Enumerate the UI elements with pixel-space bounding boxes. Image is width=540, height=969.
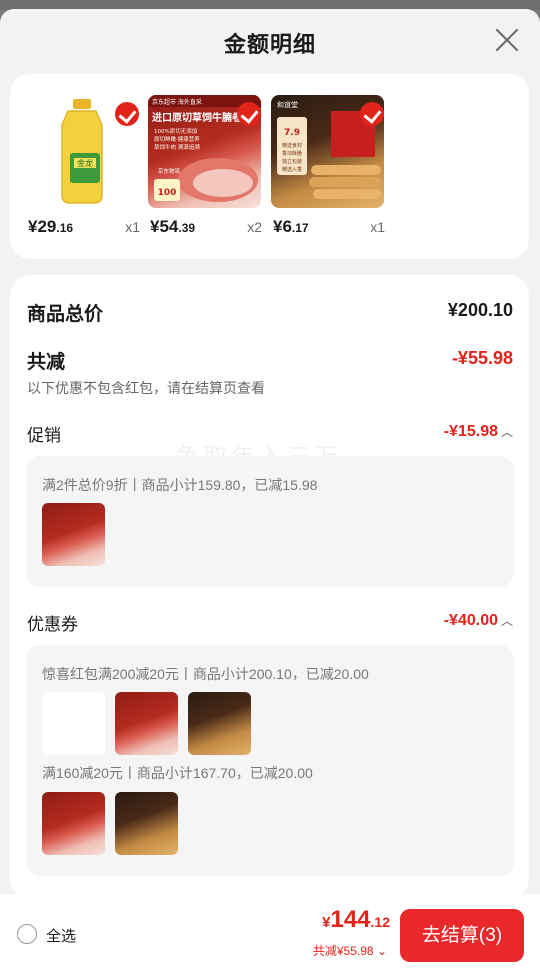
coupon-value[interactable]: -¥40.00 ︿ [444, 612, 513, 630]
total-saved[interactable]: 共减¥55.98 ⌄ [313, 942, 387, 959]
coupon-box: 惊喜红包满200减20元丨商品小计200.10，已减20.00 满160减20元… [26, 645, 514, 876]
reduce-value: -¥55.98 [451, 348, 513, 368]
total-main: 144 [330, 906, 371, 933]
product-item[interactable]: 京东超市 海外直采 进口原切草饲牛腩卷 100%原切无添加 原切鲜嫩·健康营养 … [148, 95, 262, 250]
amount-detail-sheet: 金额明细 金龙 ¥29.16 x1 京东超市 海外直采 进口原切草饲牛腩卷 10… [0, 9, 540, 969]
goods-total-value: ¥200.10 [447, 300, 513, 320]
close-icon[interactable] [494, 27, 520, 53]
svg-text:精选入香: 精选入香 [282, 166, 302, 173]
product-price: ¥29.16 [28, 217, 73, 237]
product-price: ¥54.39 [150, 217, 195, 237]
thumb-oil [42, 692, 105, 755]
thumb-rolls [188, 692, 251, 755]
coupon-label: 优惠券 [27, 615, 78, 634]
select-all-radio[interactable] [17, 924, 37, 944]
svg-text:独立包装: 独立包装 [282, 158, 302, 165]
discount-note: 以下优惠不包含红包，请在结算页查看 [27, 380, 265, 396]
svg-text:100%原切无添加: 100%原切无添加 [154, 127, 197, 135]
sheet-header: 金额明细 [0, 9, 540, 73]
thumb-beef [42, 503, 105, 566]
selected-check-icon[interactable] [237, 102, 261, 126]
thumb-beef [115, 692, 178, 755]
product-qty: x1 [125, 219, 140, 235]
svg-text:京东超市 海外直采: 京东超市 海外直采 [152, 98, 202, 106]
chevron-down-icon: ⌄ [376, 944, 387, 958]
product-item[interactable]: 和道堂 7.9 精选食材 香浓酥脆 独立包装 精选入香 ¥6.17 x1 [271, 95, 385, 250]
svg-text:100: 100 [158, 188, 177, 198]
chevron-up-icon: ︿ [500, 614, 513, 628]
promotion-rule: 满2件总价9折丨商品小计159.80，已减15.98 [42, 477, 318, 493]
svg-text:香浓酥脆: 香浓酥脆 [282, 150, 302, 157]
product-qty: x2 [247, 219, 262, 235]
total-price: ¥144.12 [322, 906, 390, 934]
select-all-label[interactable]: 全选 [46, 925, 76, 946]
chevron-up-icon: ︿ [500, 425, 513, 439]
reduce-label: 共减 [27, 352, 66, 373]
page-title: 金额明细 [223, 32, 316, 57]
product-item[interactable]: 金龙 ¥29.16 x1 [26, 95, 140, 250]
checkout-button[interactable]: 去结算(3) [400, 909, 524, 962]
price-decimal: .39 [178, 221, 196, 235]
coupon-amount: -¥40.00 [443, 612, 498, 629]
promotion-value[interactable]: -¥15.98 ︿ [444, 423, 513, 441]
promotion-label: 促销 [27, 426, 61, 445]
checkout-bar: 全选 ¥144.12 共减¥55.98 ⌄ 去结算(3) [0, 894, 540, 969]
svg-text:原切鲜嫩·健康营养: 原切鲜嫩·健康营养 [154, 135, 200, 143]
thumb-beef [42, 792, 105, 855]
price-main: ¥54 [150, 217, 179, 236]
saved-amount: 共减¥55.98 [312, 944, 374, 958]
coupon-rule-1: 惊喜红包满200减20元丨商品小计200.10，已减20.00 [42, 666, 369, 682]
price-main: ¥29 [28, 217, 57, 236]
price-decimal: .17 [291, 221, 309, 235]
goods-total-label: 商品总价 [27, 304, 104, 325]
svg-text:进口原切草饲牛腩卷: 进口原切草饲牛腩卷 [152, 111, 243, 124]
svg-text:7.9: 7.9 [284, 128, 300, 138]
selected-check-icon[interactable] [360, 102, 384, 126]
svg-text:京东物流: 京东物流 [158, 167, 181, 175]
promotion-box: 满2件总价9折丨商品小计159.80，已减15.98 [26, 456, 514, 587]
selected-check-icon[interactable] [115, 102, 139, 126]
thumb-rolls [115, 792, 178, 855]
product-qty: x1 [370, 219, 385, 235]
svg-text:精选食材: 精选食材 [282, 142, 302, 149]
promotion-amount: -¥15.98 [443, 423, 498, 440]
svg-text:和道堂: 和道堂 [277, 100, 298, 109]
svg-text:金龙: 金龙 [77, 158, 93, 168]
product-price: ¥6.17 [273, 217, 309, 237]
coupon-rule-2: 满160减20元丨商品小计167.70，已减20.00 [42, 765, 313, 781]
amount-breakdown-card: 商品总价 ¥200.10 共减 -¥55.98 以下优惠不包含红包，请在结算页查… [10, 275, 529, 899]
price-main: ¥6 [273, 217, 292, 236]
selected-products-card: 金龙 ¥29.16 x1 京东超市 海外直采 进口原切草饲牛腩卷 100%原切无… [10, 74, 529, 259]
total-decimal: .12 [370, 914, 390, 930]
price-decimal: .16 [56, 221, 74, 235]
svg-text:草饲牛肉 溯源追溯: 草饲牛肉 溯源追溯 [154, 143, 200, 151]
